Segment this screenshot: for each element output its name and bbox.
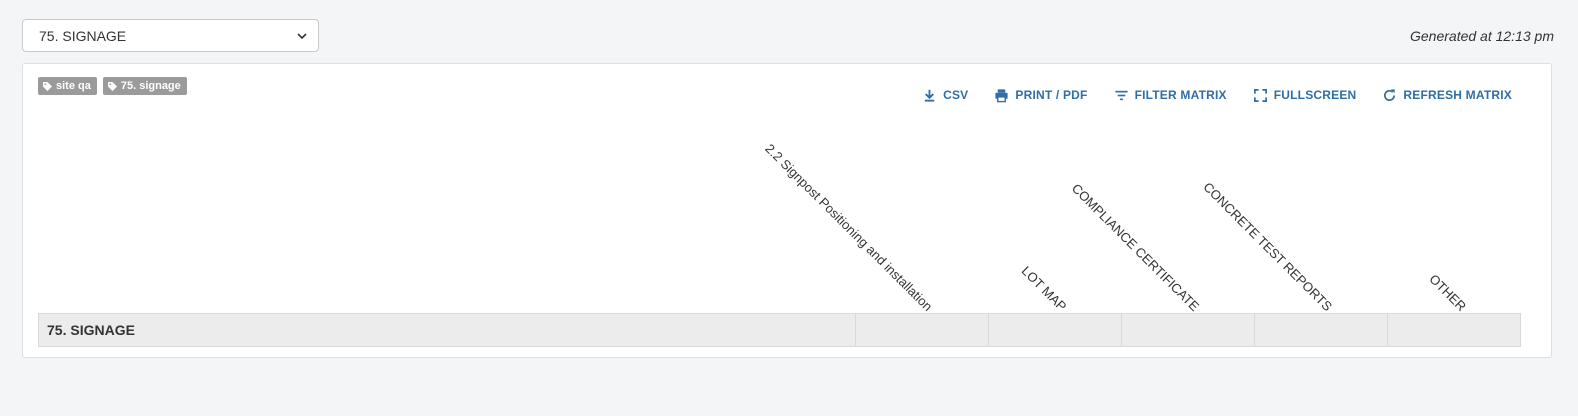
column-header: CONCRETE TEST REPORTS [1200, 179, 1336, 314]
matrix-cell[interactable] [855, 313, 989, 347]
matrix-cell[interactable] [1254, 313, 1388, 347]
generated-time: Generated at 12:13 pm [1410, 28, 1554, 44]
matrix-cell[interactable] [1387, 313, 1521, 347]
column-header: LOT MAP [1018, 263, 1070, 314]
column-header: OTHER [1425, 271, 1469, 314]
row-label: 75. SIGNAGE [38, 313, 856, 347]
matrix-table: 75. SIGNAGE [38, 313, 1521, 347]
column-header: COMPLIANCE CERTIFICATE [1069, 180, 1203, 314]
matrix-cell[interactable] [1121, 313, 1255, 347]
column-headers: 2.2 Signpost Positioning and installatio… [23, 64, 1551, 314]
category-select[interactable]: 75. SIGNAGE [22, 19, 319, 52]
table-row: 75. SIGNAGE [38, 313, 1521, 347]
matrix-cell[interactable] [988, 313, 1122, 347]
matrix-panel: site qa 75. signage CSV PRINT / PDF FILT… [22, 63, 1552, 358]
column-header: 2.2 Signpost Positioning and installatio… [762, 140, 936, 314]
category-select-value: 75. SIGNAGE [39, 27, 127, 44]
chevron-down-icon [297, 32, 307, 39]
